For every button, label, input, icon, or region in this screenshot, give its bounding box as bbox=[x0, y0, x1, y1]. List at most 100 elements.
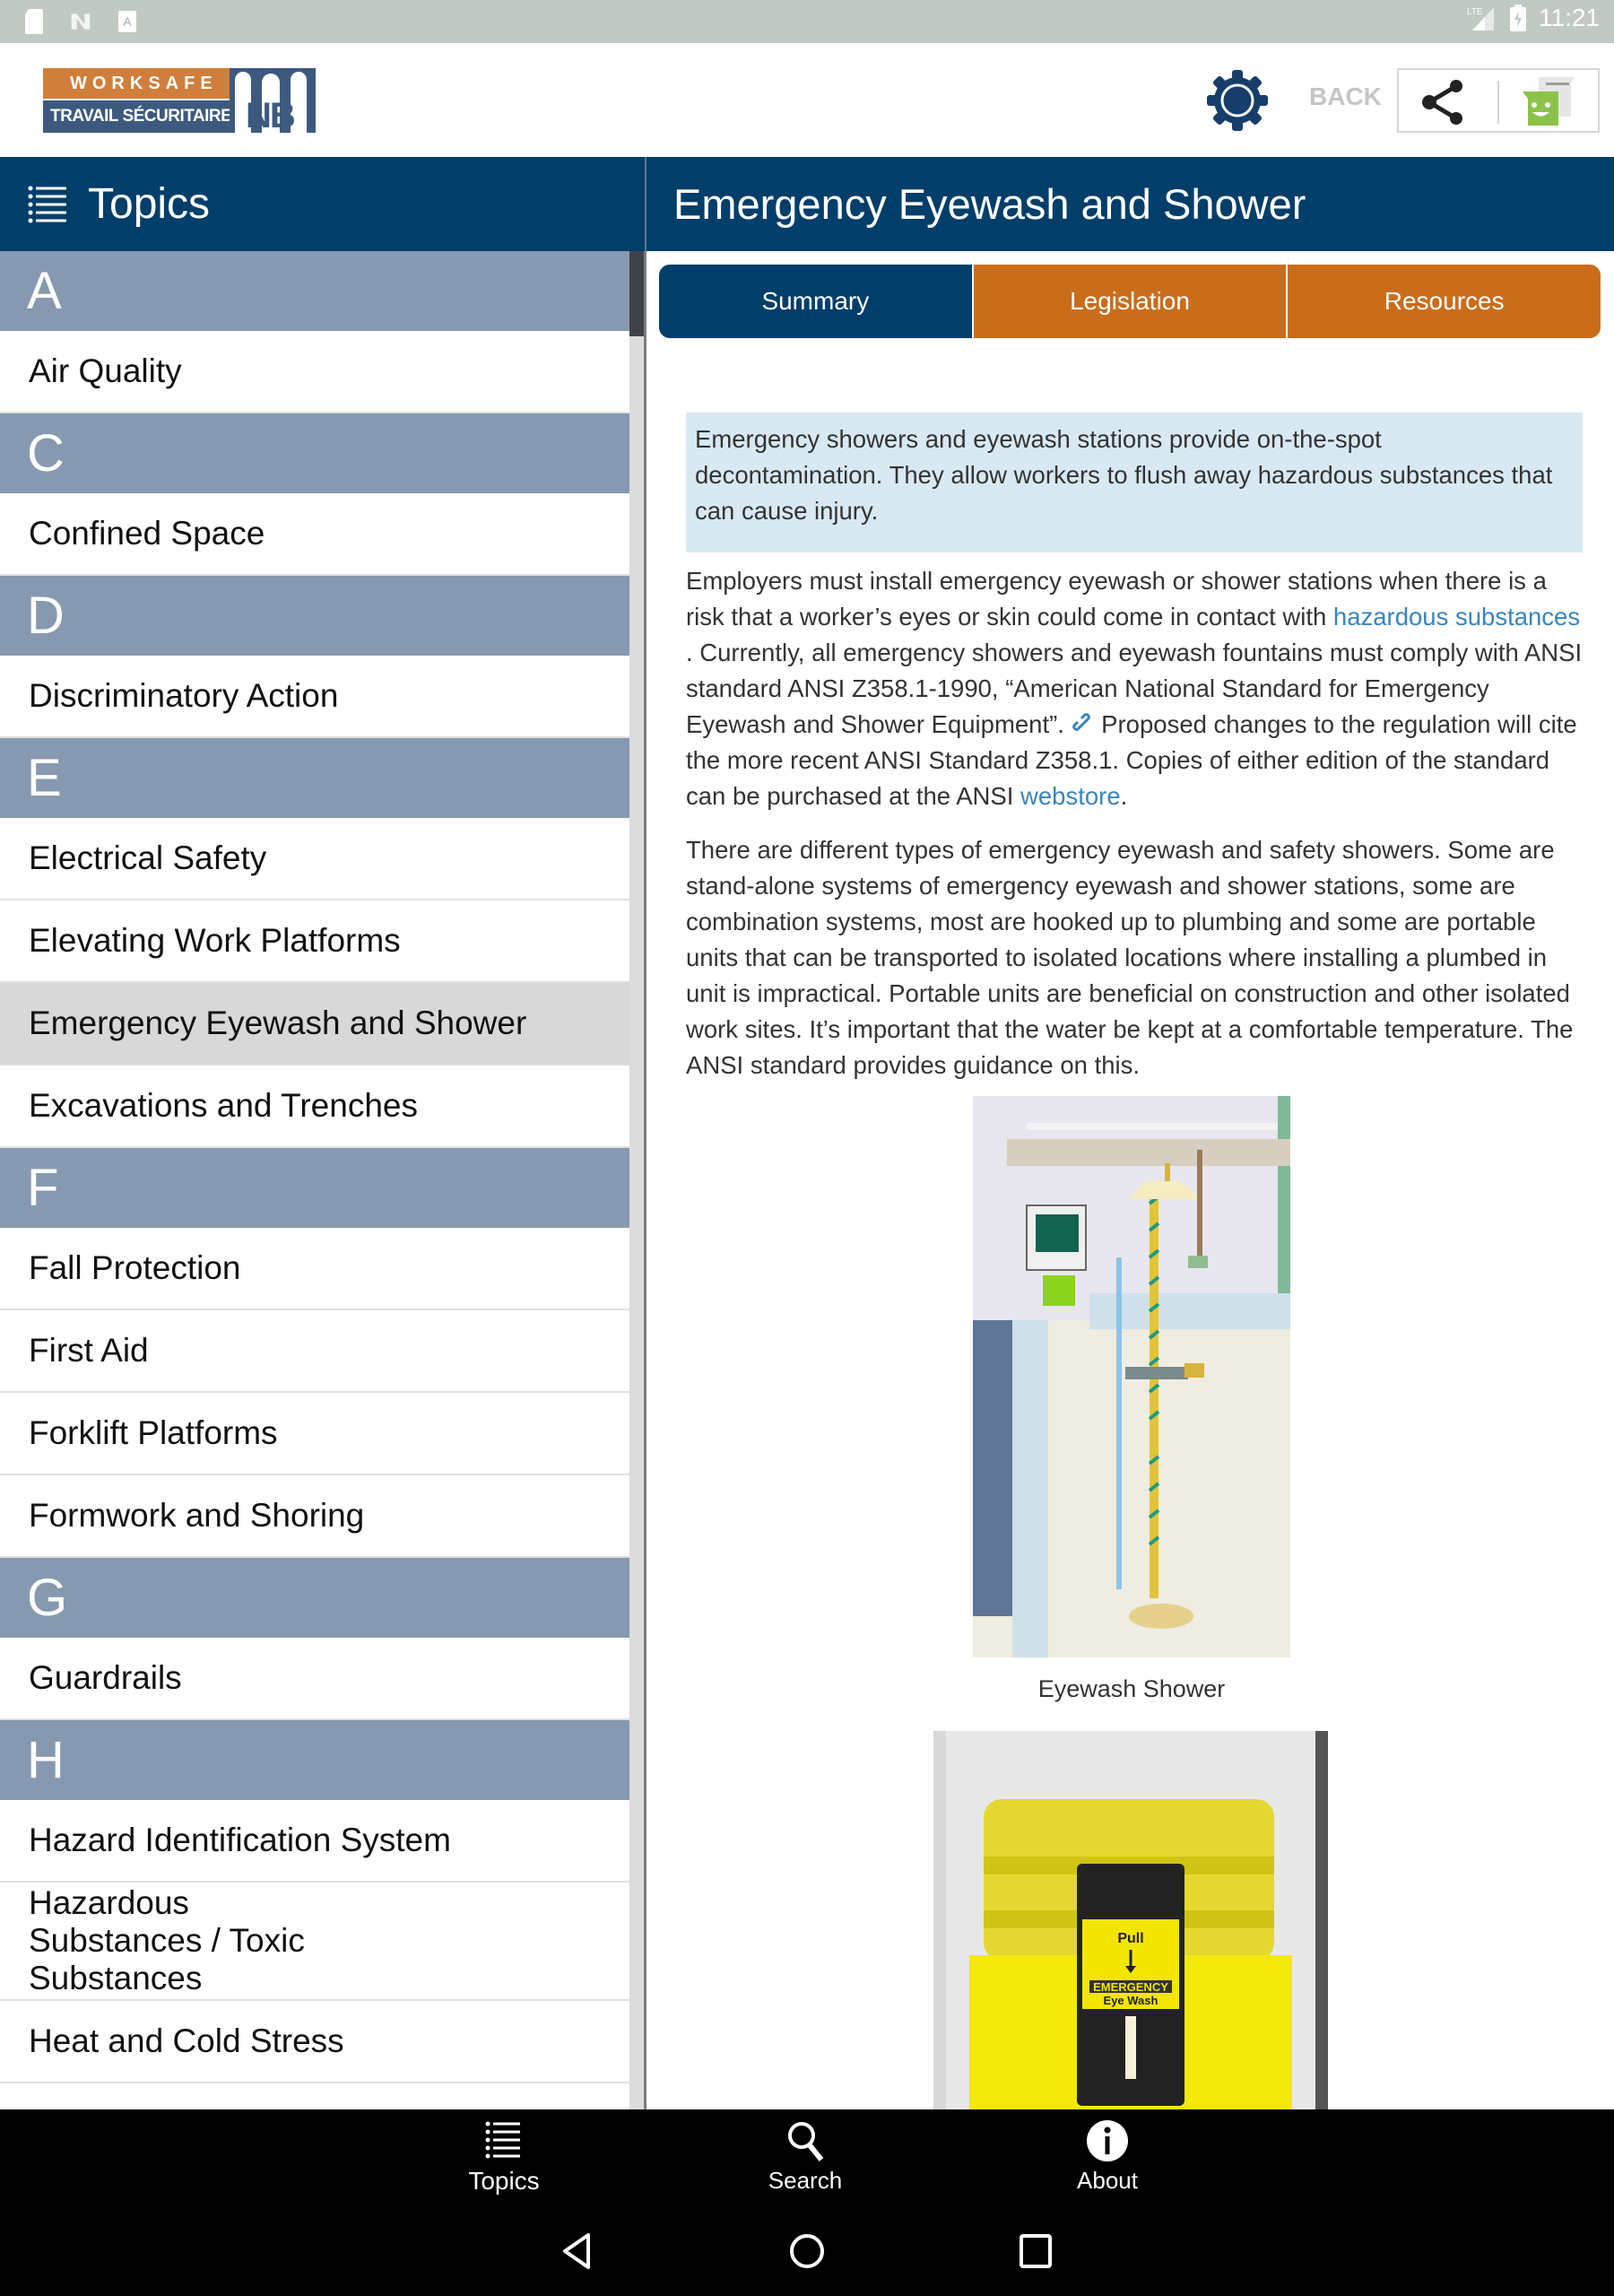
status-bar: A LTE 11:21 bbox=[0, 0, 1614, 43]
list-icon bbox=[28, 186, 66, 222]
back-button[interactable]: BACK bbox=[1309, 83, 1382, 111]
portable-eyewash-illustration: Pull EMERGENCY Eye Wash bbox=[933, 1731, 1328, 2109]
webstore-link[interactable]: webstore bbox=[1020, 782, 1121, 810]
topic-label: Forklift Platforms bbox=[29, 1414, 278, 1451]
topic-list-item[interactable]: Forklift Platforms bbox=[0, 1393, 629, 1475]
tab-legislation[interactable]: Legislation bbox=[971, 265, 1287, 338]
external-link-icon[interactable] bbox=[1072, 712, 1095, 735]
clock: 11:21 bbox=[1539, 4, 1600, 31]
message-button[interactable] bbox=[1519, 75, 1578, 129]
topic-label: Heat and Cold Stress bbox=[29, 2022, 344, 2059]
topic-list-item[interactable]: Confined Space bbox=[0, 493, 629, 576]
hazardous-substances-link[interactable]: hazardous substances bbox=[1333, 603, 1580, 631]
recents-square-icon bbox=[1020, 2234, 1052, 2268]
topic-label: Emergency Eyewash and Shower bbox=[29, 1004, 527, 1041]
action-group bbox=[1397, 68, 1600, 133]
list-icon bbox=[485, 2121, 520, 2159]
panel-divider bbox=[645, 157, 646, 251]
nav-search[interactable]: Search bbox=[733, 2118, 877, 2201]
topic-list-item[interactable]: Formwork and Shoring bbox=[0, 1475, 629, 1558]
topic-list-item[interactable]: Hazardous Substances / Toxic Substances bbox=[0, 1883, 629, 2001]
paragraph-types: There are different types of emergency e… bbox=[686, 836, 1574, 1079]
n-icon bbox=[71, 13, 91, 30]
system-navigation-bar bbox=[0, 2206, 1614, 2296]
section-letter: C bbox=[27, 424, 65, 483]
topics-header: Topics bbox=[27, 157, 210, 251]
section-header-f: F bbox=[0, 1148, 629, 1228]
logo-worksafe: WORKSAFE bbox=[43, 68, 240, 99]
portable-eyewash-image: Pull EMERGENCY Eye Wash bbox=[933, 1731, 1328, 2109]
topic-list-item[interactable]: Excavations and Trenches bbox=[0, 1065, 629, 1148]
settings-button[interactable] bbox=[1207, 70, 1268, 131]
system-recents-button[interactable] bbox=[1013, 2231, 1058, 2271]
system-back-button[interactable] bbox=[556, 2231, 601, 2271]
topic-label: Elevating Work Platforms bbox=[29, 922, 401, 959]
logo-travail: TRAVAIL SÉCURITAIRE bbox=[43, 100, 240, 133]
summary-content: Emergency showers and eyewash stations p… bbox=[686, 413, 1583, 1101]
topic-list-item[interactable] bbox=[0, 2083, 629, 2109]
section-header-g: G bbox=[0, 1558, 629, 1638]
topic-list-item[interactable]: Discriminatory Action bbox=[0, 656, 629, 738]
scrollbar-track[interactable] bbox=[629, 251, 644, 2109]
topic-list-item[interactable]: First Aid bbox=[0, 1310, 629, 1393]
topic-label: Hazard Identification System bbox=[29, 1822, 451, 1858]
section-header-d: D bbox=[0, 576, 629, 656]
paragraph-requirements: Employers must install emergency eyewash… bbox=[686, 567, 1583, 810]
topic-list-item[interactable]: Hazard Identification System bbox=[0, 1800, 629, 1883]
message-icon bbox=[1523, 77, 1575, 126]
tab-resources[interactable]: Resources bbox=[1286, 265, 1601, 338]
summary-callout: Emergency showers and eyewash stations p… bbox=[686, 413, 1583, 552]
topic-label: First Aid bbox=[29, 1332, 149, 1369]
svg-text:Eye Wash: Eye Wash bbox=[1104, 1994, 1158, 2007]
topic-list-item[interactable]: Fall Protection bbox=[0, 1228, 629, 1310]
topic-list-item[interactable]: Air Quality bbox=[0, 331, 629, 413]
nav-topics[interactable]: Topics bbox=[432, 2118, 576, 2201]
topic-list-item[interactable]: Heat and Cold Stress bbox=[0, 2001, 629, 2083]
topic-label: Discriminatory Action bbox=[29, 677, 339, 714]
section-letter: D bbox=[27, 587, 65, 645]
system-home-button[interactable] bbox=[785, 2231, 829, 2271]
topic-label: Guardrails bbox=[29, 1659, 182, 1696]
battery-charging-icon bbox=[1510, 4, 1526, 31]
section-header-e: E bbox=[0, 738, 629, 818]
sd-card-icon bbox=[25, 9, 43, 34]
section-header-a: A bbox=[0, 251, 629, 331]
svg-text:EMERGENCY: EMERGENCY bbox=[1093, 1980, 1168, 1994]
separator bbox=[1497, 81, 1499, 124]
topic-list-item[interactable]: Guardrails bbox=[0, 1638, 629, 1720]
logo-nb-badge: NB bbox=[230, 68, 316, 133]
section-letter: A bbox=[27, 262, 62, 320]
topic-label: Air Quality bbox=[29, 352, 182, 389]
topic-list-item[interactable]: Elevating Work Platforms bbox=[0, 900, 629, 983]
topics-title: Topics bbox=[88, 180, 211, 228]
panel-divider bbox=[644, 251, 646, 2109]
svg-text:Pull: Pull bbox=[1117, 1931, 1143, 1946]
nav-about[interactable]: About bbox=[1036, 2118, 1179, 2201]
topic-label: Hazardous Substances / Toxic Substances bbox=[29, 1884, 305, 1996]
section-header-h: H bbox=[0, 1720, 629, 1800]
nav-topics-label: Topics bbox=[468, 2167, 540, 2195]
topic-list-item[interactable]: Electrical Safety bbox=[0, 818, 629, 900]
nav-search-label: Search bbox=[768, 2167, 843, 2194]
eyewash-shower-image bbox=[973, 1096, 1290, 1657]
content-tabs: Summary Legislation Resources bbox=[659, 265, 1601, 338]
topic-label: Formwork and Shoring bbox=[29, 1497, 365, 1534]
a-icon: A bbox=[118, 11, 136, 32]
page-title: Emergency Eyewash and Shower bbox=[673, 180, 1306, 228]
tab-summary[interactable]: Summary bbox=[659, 265, 972, 338]
topic-list: A Air Quality C Confined Space D Discriminato… bbox=[0, 251, 644, 2109]
topic-label: Excavations and Trenches bbox=[29, 1087, 418, 1124]
worksafe-nb-logo: WORKSAFE TRAVAIL SÉCURITAIRE NB bbox=[43, 68, 316, 133]
topic-label: Fall Protection bbox=[29, 1249, 241, 1286]
title-bar: Topics Emergency Eyewash and Shower bbox=[0, 157, 1614, 251]
share-button[interactable] bbox=[1419, 79, 1469, 126]
scrollbar-thumb[interactable] bbox=[629, 251, 644, 336]
topic-list-item[interactable]: Emergency Eyewash and Shower bbox=[0, 983, 629, 1065]
info-icon bbox=[1087, 2120, 1128, 2161]
topic-label: Electrical Safety bbox=[29, 839, 267, 876]
section-letter: H bbox=[27, 1731, 65, 1789]
share-icon bbox=[1422, 80, 1462, 125]
eyewash-shower-illustration bbox=[973, 1096, 1290, 1657]
section-letter: F bbox=[27, 1159, 59, 1217]
app-header: WORKSAFE TRAVAIL SÉCURITAIRE NB BACK bbox=[0, 43, 1614, 157]
